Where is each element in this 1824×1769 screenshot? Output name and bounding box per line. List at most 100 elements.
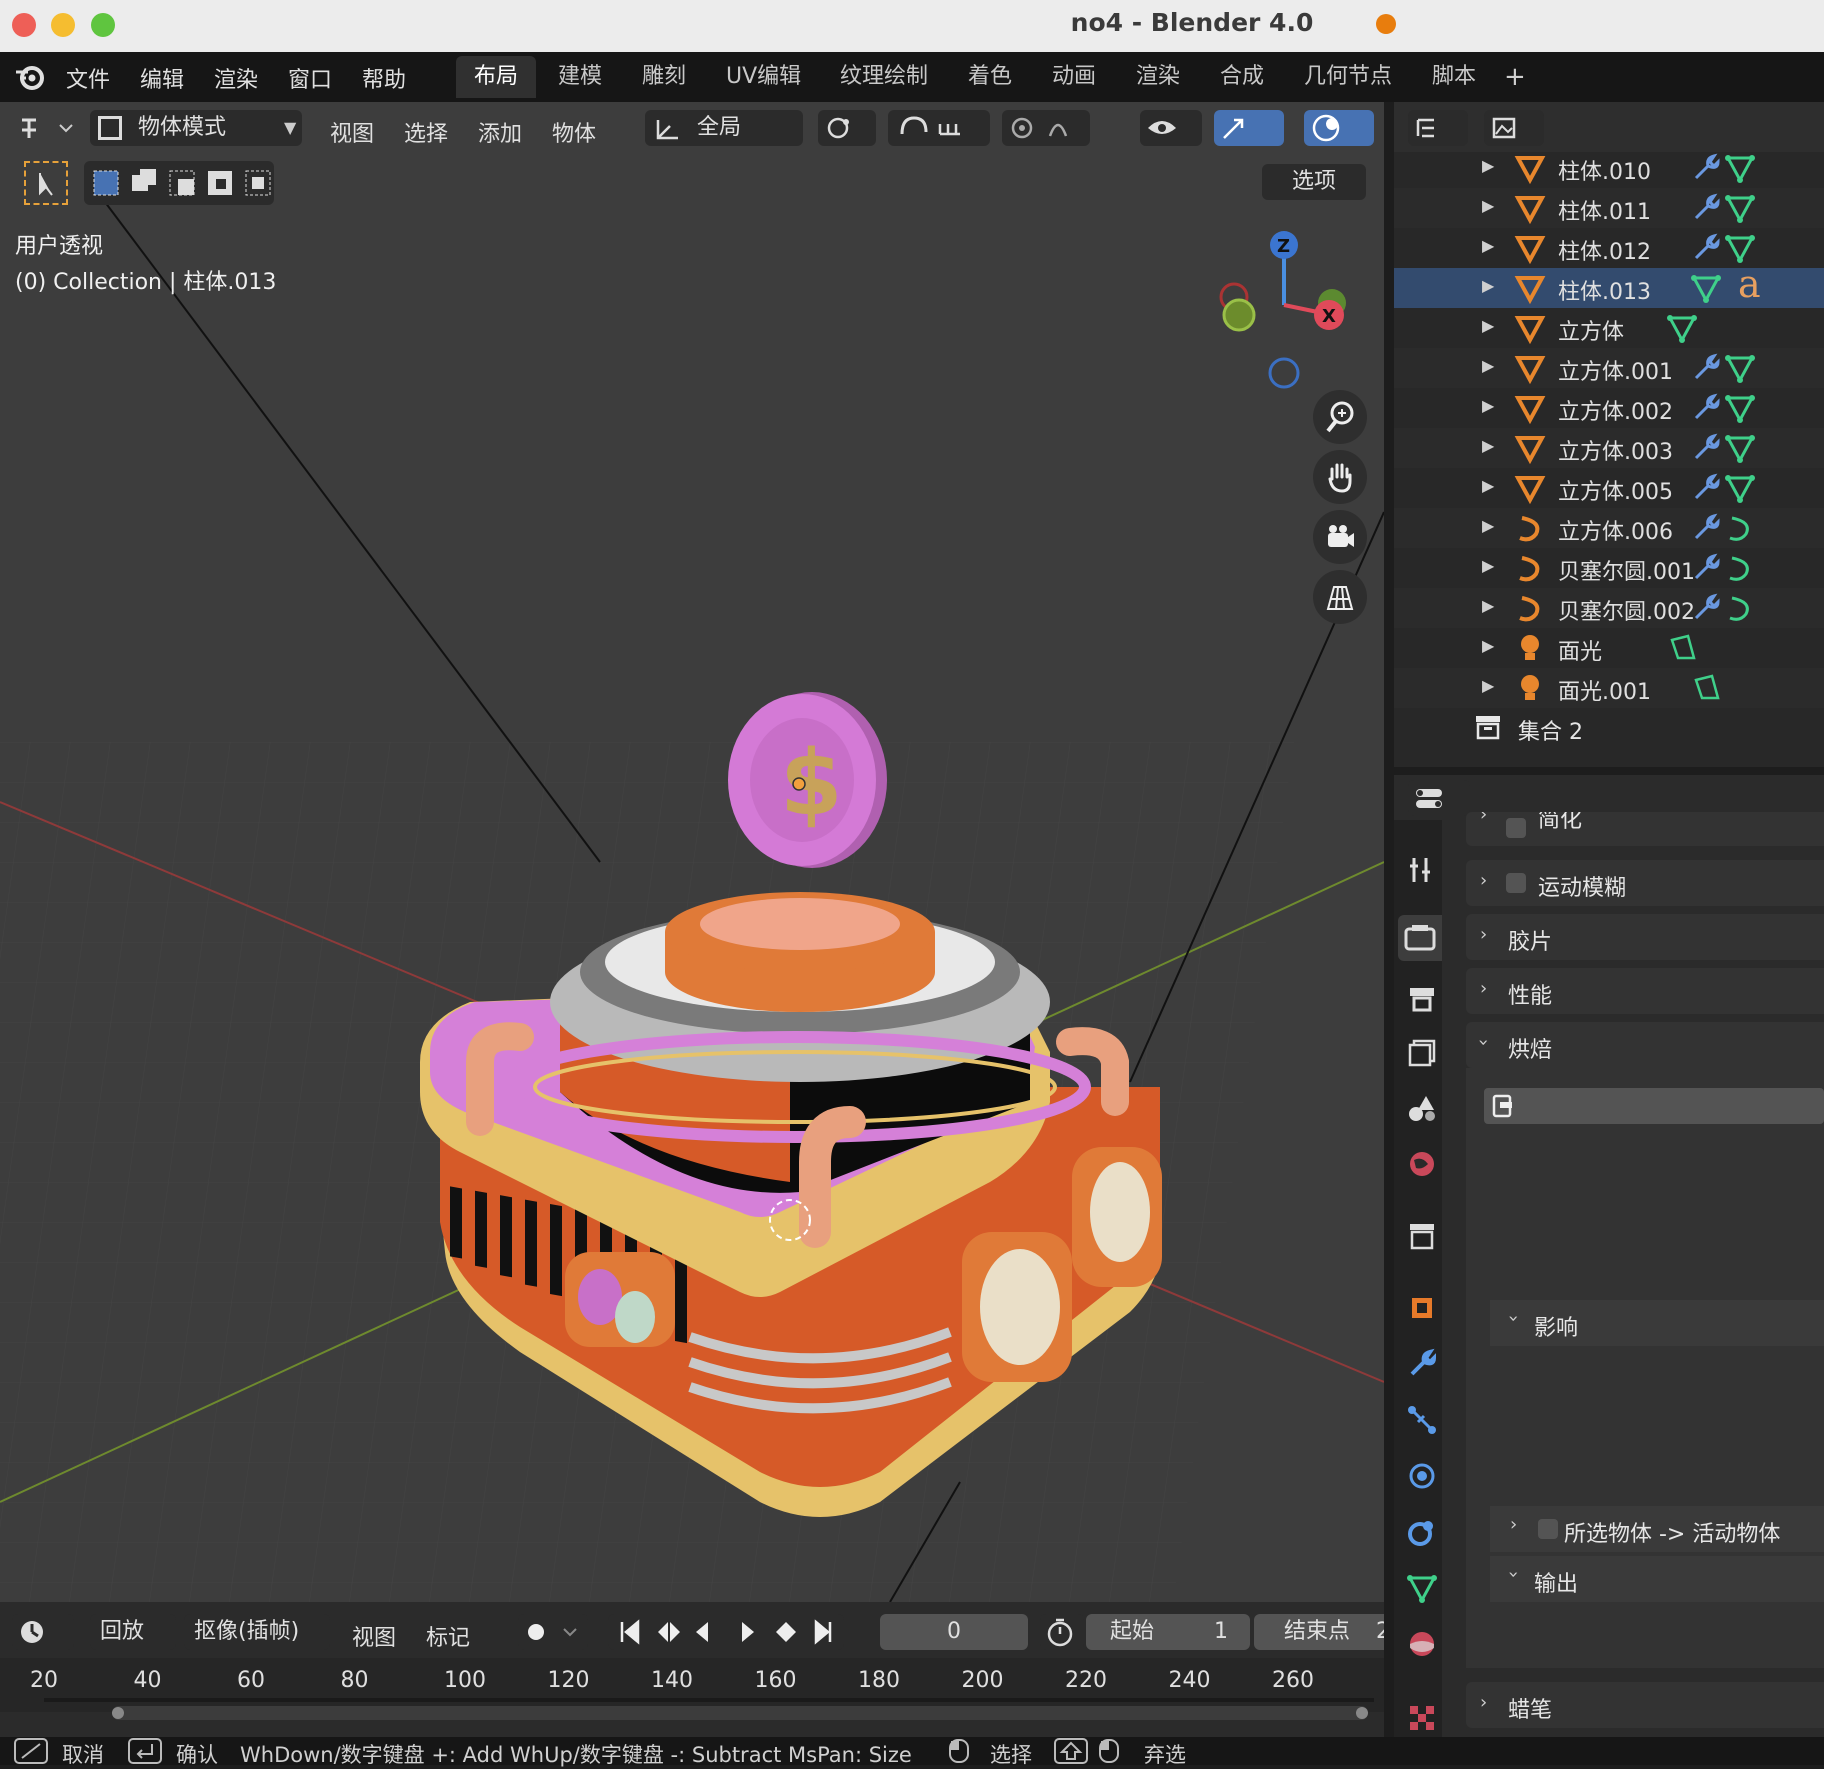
modifier-wrench-icon[interactable] [1404, 1346, 1440, 1386]
outliner-row-modifiers[interactable] [1666, 312, 1700, 350]
panel-output[interactable]: › 输出 [1490, 1556, 1824, 1602]
select-tool-button[interactable] [24, 161, 68, 205]
keying-dropdown[interactable]: 抠像(插帧) [184, 1614, 330, 1650]
collection-tab-icon[interactable] [1404, 1218, 1440, 1258]
outliner-row-modifiers[interactable] [1666, 632, 1700, 670]
outliner-row[interactable]: ▶ 贝塞尔圆.002 [1394, 588, 1824, 628]
outliner-row[interactable]: ▶ 柱体.010 [1394, 148, 1824, 188]
playback-controls[interactable] [608, 1614, 844, 1650]
outliner-row-modifiers[interactable] [1690, 472, 1758, 510]
texture-tab-icon[interactable] [1404, 1700, 1440, 1740]
menu-view[interactable]: 视图 [330, 116, 374, 148]
constraints-tab-icon[interactable] [1404, 1514, 1440, 1554]
simplify-checkbox[interactable] [1506, 818, 1526, 838]
outliner-row-modifiers[interactable] [1690, 352, 1758, 390]
add-workspace-button[interactable]: + [1504, 62, 1526, 92]
expand-arrow-icon[interactable]: ▶ [1482, 276, 1494, 295]
mesh-data-tab-icon[interactable] [1404, 1570, 1440, 1610]
tab-scripting[interactable]: 脚本 [1414, 56, 1494, 98]
tab-geometry-nodes[interactable]: 几何节点 [1286, 56, 1410, 98]
expand-arrow-icon[interactable]: ▶ [1482, 196, 1494, 215]
outliner-row[interactable]: ▶ 面光 [1394, 628, 1824, 668]
overlay-toggle-button[interactable] [1304, 110, 1374, 146]
camera-view-icon[interactable] [1313, 510, 1367, 564]
timeline-editor-type-button[interactable] [12, 1614, 74, 1650]
outliner-row-modifiers[interactable] [1690, 272, 1724, 310]
snap-toggle-button[interactable] [888, 110, 990, 146]
object-tab-icon[interactable] [1404, 1290, 1440, 1330]
outliner-row[interactable]: ▶ 面光.001 [1394, 668, 1824, 708]
output-tab-icon[interactable] [1404, 980, 1440, 1020]
physics-tab-icon[interactable] [1404, 1458, 1440, 1498]
current-frame-field[interactable]: 0 [880, 1614, 1028, 1650]
editor-type-button[interactable] [10, 110, 76, 146]
blender-logo-icon[interactable] [14, 62, 46, 96]
motion-blur-checkbox[interactable] [1506, 873, 1526, 893]
expand-arrow-icon[interactable]: ▶ [1482, 556, 1494, 575]
outliner-row[interactable]: ▶ 柱体.013 a [1394, 262, 1824, 310]
expand-arrow-icon[interactable]: ▶ [1482, 156, 1494, 175]
timeline-menu-view[interactable]: 视图 [352, 1620, 396, 1652]
menu-file[interactable]: 文件 [66, 62, 110, 94]
view-layer-tab-icon[interactable] [1404, 1035, 1440, 1075]
outliner-row-modifiers[interactable] [1690, 672, 1724, 710]
timeline-scrollbar[interactable] [112, 1706, 1368, 1720]
auto-keying-button[interactable] [518, 1614, 588, 1650]
stopwatch-icon[interactable] [1040, 1614, 1084, 1650]
expand-arrow-icon[interactable]: ▶ [1482, 596, 1494, 615]
outliner-row[interactable]: ▶ 贝塞尔圆.001 [1394, 548, 1824, 588]
start-frame-field[interactable]: 起始 1 [1086, 1614, 1250, 1650]
zoom-icon[interactable] [1313, 390, 1367, 444]
menu-add[interactable]: 添加 [478, 116, 522, 148]
outliner-display-mode-button[interactable] [1408, 110, 1468, 146]
timeline-menu-marker[interactable]: 标记 [426, 1620, 470, 1652]
tab-shading[interactable]: 着色 [950, 56, 1030, 98]
particles-tab-icon[interactable] [1404, 1402, 1440, 1442]
render-tab-icon[interactable] [1398, 915, 1442, 961]
panel-simplify[interactable]: › 简化 [1466, 812, 1824, 846]
outliner-row-modifiers[interactable] [1690, 552, 1758, 590]
end-frame-field[interactable]: 结束点 2 [1254, 1614, 1384, 1650]
outliner-row-modifiers[interactable] [1690, 592, 1758, 630]
tab-texture-paint[interactable]: 纹理绘制 [822, 56, 946, 98]
properties-editor-type-button[interactable] [1408, 780, 1470, 816]
outliner-row[interactable]: ▶ 立方体.001 [1394, 348, 1824, 388]
3d-viewport[interactable]: $ [0, 102, 1384, 1602]
expand-arrow-icon[interactable]: ▶ [1482, 356, 1494, 375]
perspective-grid-icon[interactable] [1313, 570, 1367, 624]
options-dropdown[interactable]: 选项 [1262, 164, 1366, 200]
expand-arrow-icon[interactable]: ▶ [1482, 316, 1494, 335]
outliner-row[interactable]: ▶ 立方体.005 [1394, 468, 1824, 508]
menu-select[interactable]: 选择 [404, 116, 448, 148]
outliner-row[interactable]: ▶ 柱体.011 [1394, 188, 1824, 228]
proportional-editing-button[interactable] [1002, 110, 1090, 146]
menu-edit[interactable]: 编辑 [140, 62, 184, 94]
outliner-filter-button[interactable] [1484, 110, 1544, 146]
outliner-row[interactable]: ▶ 立方体.002 [1394, 388, 1824, 428]
tab-rendering[interactable]: 渲染 [1118, 56, 1198, 98]
outliner-row-modifiers[interactable] [1690, 432, 1758, 470]
playback-dropdown[interactable]: 回放 [90, 1614, 176, 1650]
material-tab-icon[interactable] [1404, 1626, 1440, 1666]
tab-animation[interactable]: 动画 [1034, 56, 1114, 98]
hand-pan-icon[interactable] [1313, 450, 1367, 504]
outliner-row-modifiers[interactable] [1690, 392, 1758, 430]
outliner-row[interactable]: ▶ 立方体 [1394, 308, 1824, 348]
panel-bake[interactable]: › 烘焙 [1466, 1022, 1824, 1068]
pivot-point-button[interactable] [818, 110, 876, 146]
expand-arrow-icon[interactable]: ▶ [1482, 236, 1494, 255]
menu-render[interactable]: 渲染 [214, 62, 258, 94]
tab-layout[interactable]: 布局 [456, 56, 537, 98]
tool-settings-tab-icon[interactable] [1404, 852, 1440, 892]
outliner-row-modifiers[interactable] [1690, 512, 1758, 550]
tab-sculpting[interactable]: 雕刻 [624, 56, 704, 98]
gizmo-toggle-button[interactable] [1214, 110, 1284, 146]
outliner-row-modifiers[interactable] [1690, 152, 1758, 190]
expand-arrow-icon[interactable]: ▶ [1482, 516, 1494, 535]
outliner-row[interactable]: ▶ 立方体.006 [1394, 508, 1824, 548]
scene-tab-icon[interactable] [1404, 1090, 1440, 1130]
selected-to-active-checkbox[interactable] [1538, 1519, 1558, 1539]
outliner-collection-2[interactable]: 集合 2 [1518, 714, 1583, 746]
tab-compositing[interactable]: 合成 [1202, 56, 1282, 98]
outliner-row-modifiers[interactable] [1690, 192, 1758, 230]
